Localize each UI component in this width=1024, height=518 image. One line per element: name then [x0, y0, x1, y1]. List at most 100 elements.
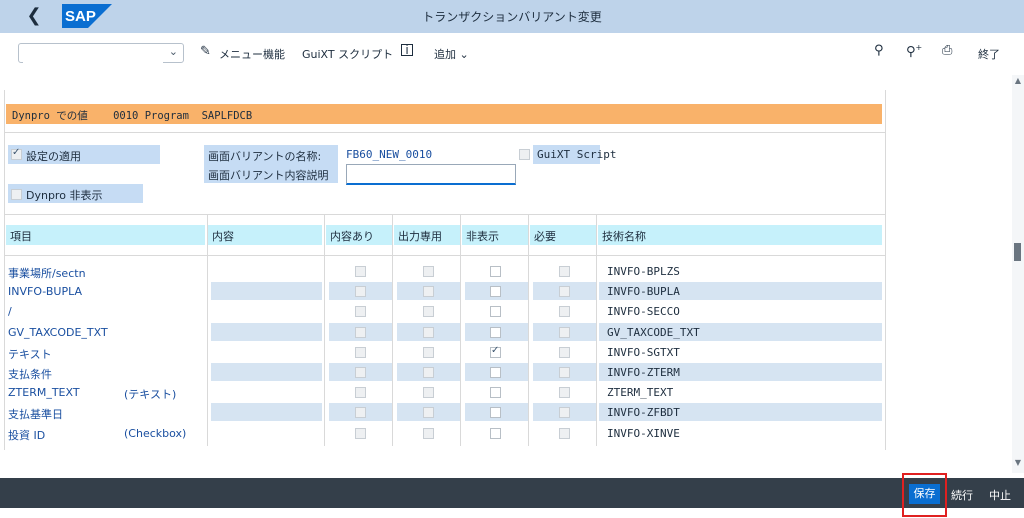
required-checkbox[interactable]: [559, 286, 570, 297]
hidden-checkbox[interactable]: [490, 387, 501, 398]
col-header-has-content: 内容あり: [326, 225, 393, 245]
has-content-checkbox[interactable]: [355, 367, 366, 378]
required-checkbox[interactable]: [559, 428, 570, 439]
required-checkbox[interactable]: [559, 306, 570, 317]
required-checkbox[interactable]: [559, 266, 570, 277]
content-cell[interactable]: [211, 363, 322, 381]
print-icon[interactable]: ⎙: [942, 43, 952, 58]
col-header-output-only: 出力専用: [394, 225, 460, 245]
has-content-checkbox[interactable]: [355, 428, 366, 439]
output-only-checkbox[interactable]: [423, 327, 434, 338]
output-only-checkbox[interactable]: [423, 407, 434, 418]
check-icon: ✓: [12, 147, 21, 158]
divider: [4, 255, 886, 256]
item-label: INVFO-BUPLA: [8, 285, 83, 298]
title-bar: ❮ SAP トランザクションバリアント変更: [0, 0, 1024, 33]
item-label: 支払基準日: [8, 408, 63, 421]
variant-desc-input[interactable]: [346, 164, 516, 185]
variant-name-value: FB60_NEW_0010: [346, 148, 433, 161]
variant-desc-label: 画面バリアント内容説明: [204, 164, 338, 183]
item-label: /: [8, 305, 12, 318]
column-divider: [392, 214, 393, 446]
tech-name: INVFO-BPLZS: [607, 265, 680, 278]
item-label: GV_TAXCODE_TXT: [8, 326, 108, 339]
required-checkbox[interactable]: [559, 407, 570, 418]
column-divider: [324, 214, 325, 446]
command-input[interactable]: [23, 47, 163, 65]
content-cell[interactable]: [211, 323, 322, 341]
col-header-item: 項目: [6, 225, 205, 245]
has-content-checkbox[interactable]: [355, 347, 366, 358]
item-sublabel: (テキスト): [124, 388, 177, 401]
tech-name: INVFO-ZFBDT: [607, 406, 680, 419]
output-only-checkbox[interactable]: [423, 266, 434, 277]
footer-bar: 続行 中止: [0, 478, 1024, 508]
toolbar: ⌄ ✎ メニュー機能 GuiXT スクリプト i 追加 ⌄ ⚲ ⚲+ ⎙ 終了: [0, 33, 1024, 75]
divider: [4, 132, 886, 133]
column-divider: [460, 214, 461, 446]
program-label: Program: [144, 110, 189, 122]
save-highlight-box: [902, 473, 947, 517]
has-content-checkbox[interactable]: [355, 306, 366, 317]
scroll-down-icon[interactable]: ▼: [1013, 458, 1023, 467]
has-content-checkbox[interactable]: [355, 286, 366, 297]
hidden-checkbox[interactable]: [490, 367, 501, 378]
has-content-checkbox[interactable]: [355, 387, 366, 398]
output-only-checkbox[interactable]: [423, 306, 434, 317]
content-cell[interactable]: [211, 403, 322, 421]
hidden-checkbox[interactable]: [490, 327, 501, 338]
search-next-icon[interactable]: ⚲+: [906, 43, 922, 59]
item-label: 支払条件: [8, 368, 52, 381]
hidden-checkbox[interactable]: ✓: [490, 345, 501, 358]
required-checkbox[interactable]: [559, 387, 570, 398]
scroll-thumb[interactable]: [1014, 243, 1021, 261]
output-only-checkbox[interactable]: [423, 347, 434, 358]
tech-name: INVFO-SECCO: [607, 305, 680, 318]
required-checkbox[interactable]: [559, 367, 570, 378]
column-divider: [528, 214, 529, 446]
col-header-content: 内容: [208, 225, 322, 245]
hidden-checkbox[interactable]: [490, 407, 501, 418]
output-only-checkbox[interactable]: [423, 286, 434, 297]
item-label: テキスト: [8, 348, 52, 361]
guixt-script-label: GuiXT Script: [533, 145, 616, 164]
command-field[interactable]: ⌄: [18, 43, 184, 65]
hidden-checkbox[interactable]: [490, 266, 501, 277]
column-divider: [207, 214, 208, 446]
check-icon: ✓: [491, 345, 500, 356]
info-icon[interactable]: i: [401, 44, 413, 56]
add-label: 追加: [434, 48, 456, 61]
has-content-checkbox[interactable]: [355, 327, 366, 338]
hidden-checkbox[interactable]: [490, 286, 501, 297]
continue-button[interactable]: 続行: [951, 487, 973, 503]
search-icon[interactable]: ⚲: [874, 43, 884, 58]
variant-name-label: 画面バリアントの名称:: [204, 145, 338, 164]
tech-name: INVFO-ZTERM: [607, 366, 680, 379]
hidden-checkbox[interactable]: [490, 428, 501, 439]
apply-settings-checkbox[interactable]: ✓: [11, 147, 22, 160]
has-content-checkbox[interactable]: [355, 266, 366, 277]
guixt-script-button[interactable]: GuiXT スクリプト: [302, 46, 393, 62]
cancel-button[interactable]: 中止: [989, 487, 1011, 503]
scroll-up-icon[interactable]: ▲: [1013, 76, 1023, 85]
has-content-checkbox[interactable]: [355, 407, 366, 418]
exit-button[interactable]: 終了: [978, 46, 1000, 62]
required-checkbox[interactable]: [559, 327, 570, 338]
vertical-scrollbar[interactable]: [1012, 75, 1024, 473]
add-menu-button[interactable]: 追加 ⌄: [434, 46, 469, 62]
hide-dynpro-checkbox[interactable]: [11, 189, 22, 200]
chevron-down-icon[interactable]: ⌄: [169, 45, 178, 58]
guixt-script-checkbox[interactable]: [519, 149, 530, 160]
output-only-checkbox[interactable]: [423, 387, 434, 398]
menu-functions-button[interactable]: メニュー機能: [219, 46, 285, 62]
output-only-checkbox[interactable]: [423, 367, 434, 378]
required-checkbox[interactable]: [559, 347, 570, 358]
tech-name: ZTERM_TEXT: [607, 386, 674, 399]
item-label: 投資 ID: [8, 429, 46, 442]
hidden-checkbox[interactable]: [490, 306, 501, 317]
output-only-checkbox[interactable]: [423, 428, 434, 439]
content-cell[interactable]: [211, 282, 322, 300]
item-sublabel: (Checkbox): [124, 427, 187, 440]
tech-name: INVFO-XINVE: [607, 427, 680, 440]
divider: [4, 214, 886, 215]
